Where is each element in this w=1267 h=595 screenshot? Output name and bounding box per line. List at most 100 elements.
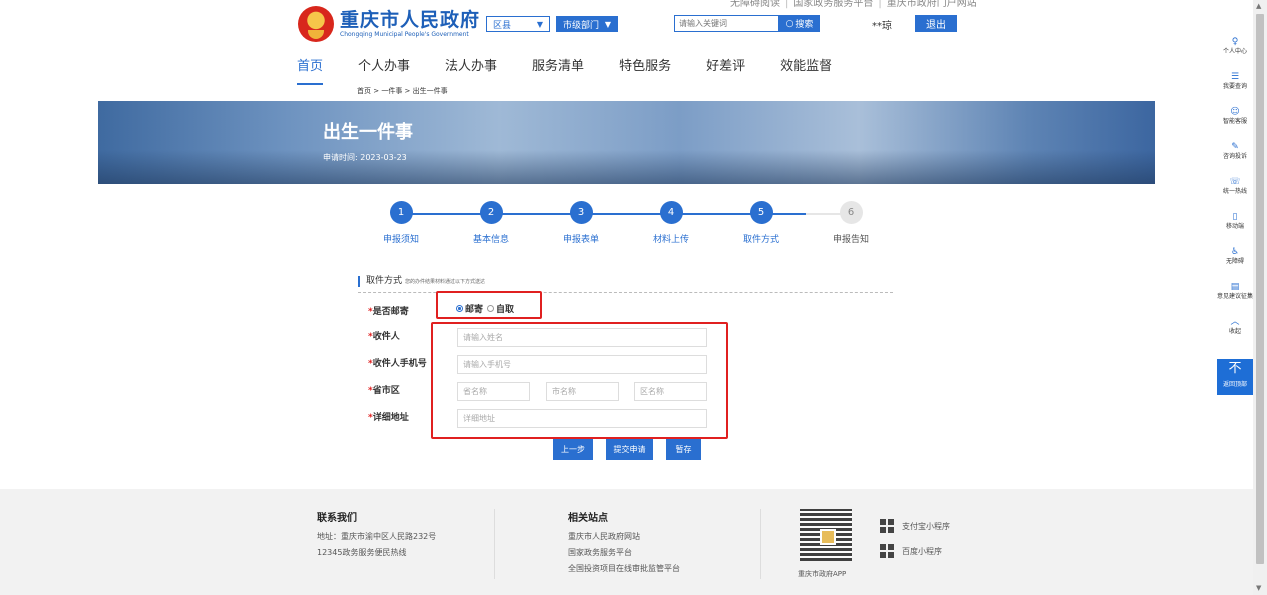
- logo-title: 重庆市人民政府: [340, 9, 481, 31]
- step-6: 6 申报告知: [816, 201, 886, 245]
- edit-icon: ✎: [1231, 142, 1239, 152]
- section-title-text: 取件方式: [366, 276, 403, 286]
- step-label: 申报表单: [562, 235, 599, 245]
- region-dropdown-label: 区县: [493, 20, 512, 31]
- app-qr-code-icon: [800, 509, 852, 561]
- step-number: 5: [749, 201, 773, 224]
- qr-code-icon: [880, 519, 894, 533]
- highlight-box-address: [431, 322, 728, 439]
- search-button[interactable]: ○ 搜索: [779, 15, 820, 32]
- robot-icon: ☺: [1230, 107, 1240, 117]
- region-label: *省市区: [368, 386, 400, 396]
- qr-code-icon: [880, 544, 894, 558]
- footer-sites: 相关站点 重庆市人民政府网站 国家政务服务平台 全国投资项目在线审批监管平台: [568, 509, 680, 577]
- sidebar-item-hotline[interactable]: ☏ 统一热线: [1217, 176, 1253, 211]
- step-number: 4: [659, 201, 683, 224]
- user-icon: ♀: [1231, 37, 1239, 47]
- logout-button[interactable]: 退出: [915, 15, 957, 32]
- footer-divider: [760, 509, 761, 579]
- submit-button[interactable]: 提交申请: [606, 439, 653, 460]
- search-bar: ○ 搜索: [674, 15, 820, 32]
- phone-label: *收件人手机号: [368, 359, 427, 369]
- chevron-up-icon: ︿: [1230, 317, 1240, 327]
- footer-site-link[interactable]: 重庆市人民政府网站: [568, 529, 680, 545]
- sidebar-item-query[interactable]: ☰ 我要查询: [1217, 71, 1253, 106]
- right-sidebar: ♀ 个人中心 ☰ 我要查询 ☺ 智能客服 ✎ 咨询投诉 ☏ 统一热线 ▯ 移动端…: [1217, 36, 1253, 351]
- search-input[interactable]: [674, 15, 779, 32]
- page: 无障碍阅读 | 国家政务服务平台 | 重庆市政府门户网站 重庆市人民政府 Chongqi…: [0, 0, 1267, 595]
- footer-sites-title: 相关站点: [568, 513, 608, 524]
- footer: 联系我们 地址：重庆市渝中区人民路232号 12345政务服务便民热线 相关站点…: [0, 489, 1253, 595]
- back-to-top-button[interactable]: 不 返回顶部: [1217, 359, 1253, 395]
- sidebar-item-accessibility[interactable]: ♿ 无障碍: [1217, 246, 1253, 281]
- nav-service-list[interactable]: 服务清单: [532, 55, 584, 82]
- document-icon: ▤: [1230, 282, 1240, 292]
- sidebar-item-feedback[interactable]: ▤ 意见建议征集: [1217, 281, 1253, 316]
- footer-divider: [494, 509, 495, 579]
- step-label: 申报告知: [832, 235, 869, 245]
- page-scrollbar[interactable]: ▲ ▼: [1253, 0, 1267, 595]
- alipay-miniprogram[interactable]: 支付宝小程序: [880, 519, 950, 533]
- footer-site-link[interactable]: 国家政务服务平台: [568, 545, 680, 561]
- toplink-accessibility[interactable]: 无障碍阅读: [730, 0, 780, 9]
- breadcrumb[interactable]: 首页 > 一件事 > 出生一件事: [357, 86, 448, 96]
- nav-home[interactable]: 首页: [297, 55, 324, 85]
- logo-subtitle: Chongqing Municipal People's Government: [340, 31, 469, 38]
- main-nav: 首页 个人办事 法人办事 服务清单 特色服务 好差评 效能监督: [297, 55, 867, 85]
- top-links: 无障碍阅读 | 国家政务服务平台 | 重庆市政府门户网站: [730, 0, 977, 9]
- site-logo[interactable]: 重庆市人民政府 Chongqing Municipal People's Gov…: [298, 6, 480, 42]
- apply-date-label: 申请时间:: [323, 153, 358, 162]
- address-label: *详细地址: [368, 413, 409, 423]
- dept-dropdown[interactable]: 市级部门 ▼: [556, 16, 618, 32]
- step-number: 6: [839, 201, 863, 224]
- sidebar-item-complaint[interactable]: ✎ 咨询投诉: [1217, 141, 1253, 176]
- step-label: 材料上传: [652, 235, 689, 245]
- alipay-label: 支付宝小程序: [902, 521, 950, 531]
- app-qr-caption: 重庆市政府APP: [798, 570, 847, 578]
- nav-corporate[interactable]: 法人办事: [445, 55, 497, 82]
- apply-date: 申请时间: 2023-03-23: [323, 152, 407, 163]
- footer-address: 地址：重庆市渝中区人民路232号: [317, 532, 437, 541]
- nav-supervision[interactable]: 效能监督: [780, 55, 832, 82]
- step-4: 4 材料上传: [636, 201, 706, 245]
- baidu-miniprogram[interactable]: 百度小程序: [880, 544, 942, 558]
- step-number: 1: [389, 201, 413, 224]
- sidebar-item-chatbot[interactable]: ☺ 智能客服: [1217, 106, 1253, 141]
- prev-step-button[interactable]: 上一步: [553, 439, 593, 460]
- sidebar-item-personal-center[interactable]: ♀ 个人中心: [1217, 36, 1253, 71]
- baidu-label: 百度小程序: [902, 546, 942, 556]
- nav-review[interactable]: 好差评: [706, 55, 745, 82]
- footer-contact-title: 联系我们: [317, 513, 357, 524]
- highlight-box-mail: [436, 291, 542, 319]
- nav-featured[interactable]: 特色服务: [619, 55, 671, 82]
- step-label: 申报须知: [382, 235, 419, 245]
- apply-date-value: 2023-03-23: [360, 153, 407, 162]
- arrow-up-icon: 不: [1228, 361, 1242, 376]
- sidebar-collapse-button[interactable]: ︿ 收起: [1217, 316, 1253, 351]
- footer-site-link[interactable]: 全国投资项目在线审批监管平台: [568, 561, 680, 577]
- dept-dropdown-label: 市级部门: [563, 20, 600, 31]
- save-draft-button[interactable]: 暂存: [666, 439, 701, 460]
- page-title: 出生一件事: [323, 122, 413, 143]
- toplink-gov-portal[interactable]: 重庆市政府门户网站: [887, 0, 977, 9]
- mail-label: *是否邮寄: [368, 307, 409, 317]
- toplink-national-platform[interactable]: 国家政务服务平台: [793, 0, 873, 9]
- nav-personal[interactable]: 个人办事: [358, 55, 410, 82]
- step-5: 5 取件方式: [726, 201, 796, 245]
- search-icon: ○: [785, 18, 794, 29]
- sidebar-item-mobile[interactable]: ▯ 移动端: [1217, 211, 1253, 246]
- scroll-thumb[interactable]: [1256, 14, 1264, 564]
- recipient-label: *收件人: [368, 332, 400, 342]
- section-hint: 您的办件结果材料通过以下方式送达: [405, 279, 486, 285]
- step-number: 2: [479, 201, 503, 224]
- user-name[interactable]: **琼: [872, 17, 892, 32]
- search-button-label: 搜索: [795, 20, 814, 30]
- scroll-up-icon[interactable]: ▲: [1256, 2, 1261, 10]
- section-title: 取件方式 您的办件结果材料通过以下方式送达: [358, 276, 485, 287]
- page-banner: 出生一件事 申请时间: 2023-03-23: [98, 101, 1155, 184]
- back-to-top-label: 返回顶部: [1222, 381, 1247, 388]
- region-dropdown[interactable]: 区县 ▼: [486, 16, 550, 32]
- step-number: 3: [569, 201, 593, 224]
- scroll-down-icon[interactable]: ▼: [1256, 584, 1261, 592]
- phone-icon: ☏: [1229, 177, 1241, 187]
